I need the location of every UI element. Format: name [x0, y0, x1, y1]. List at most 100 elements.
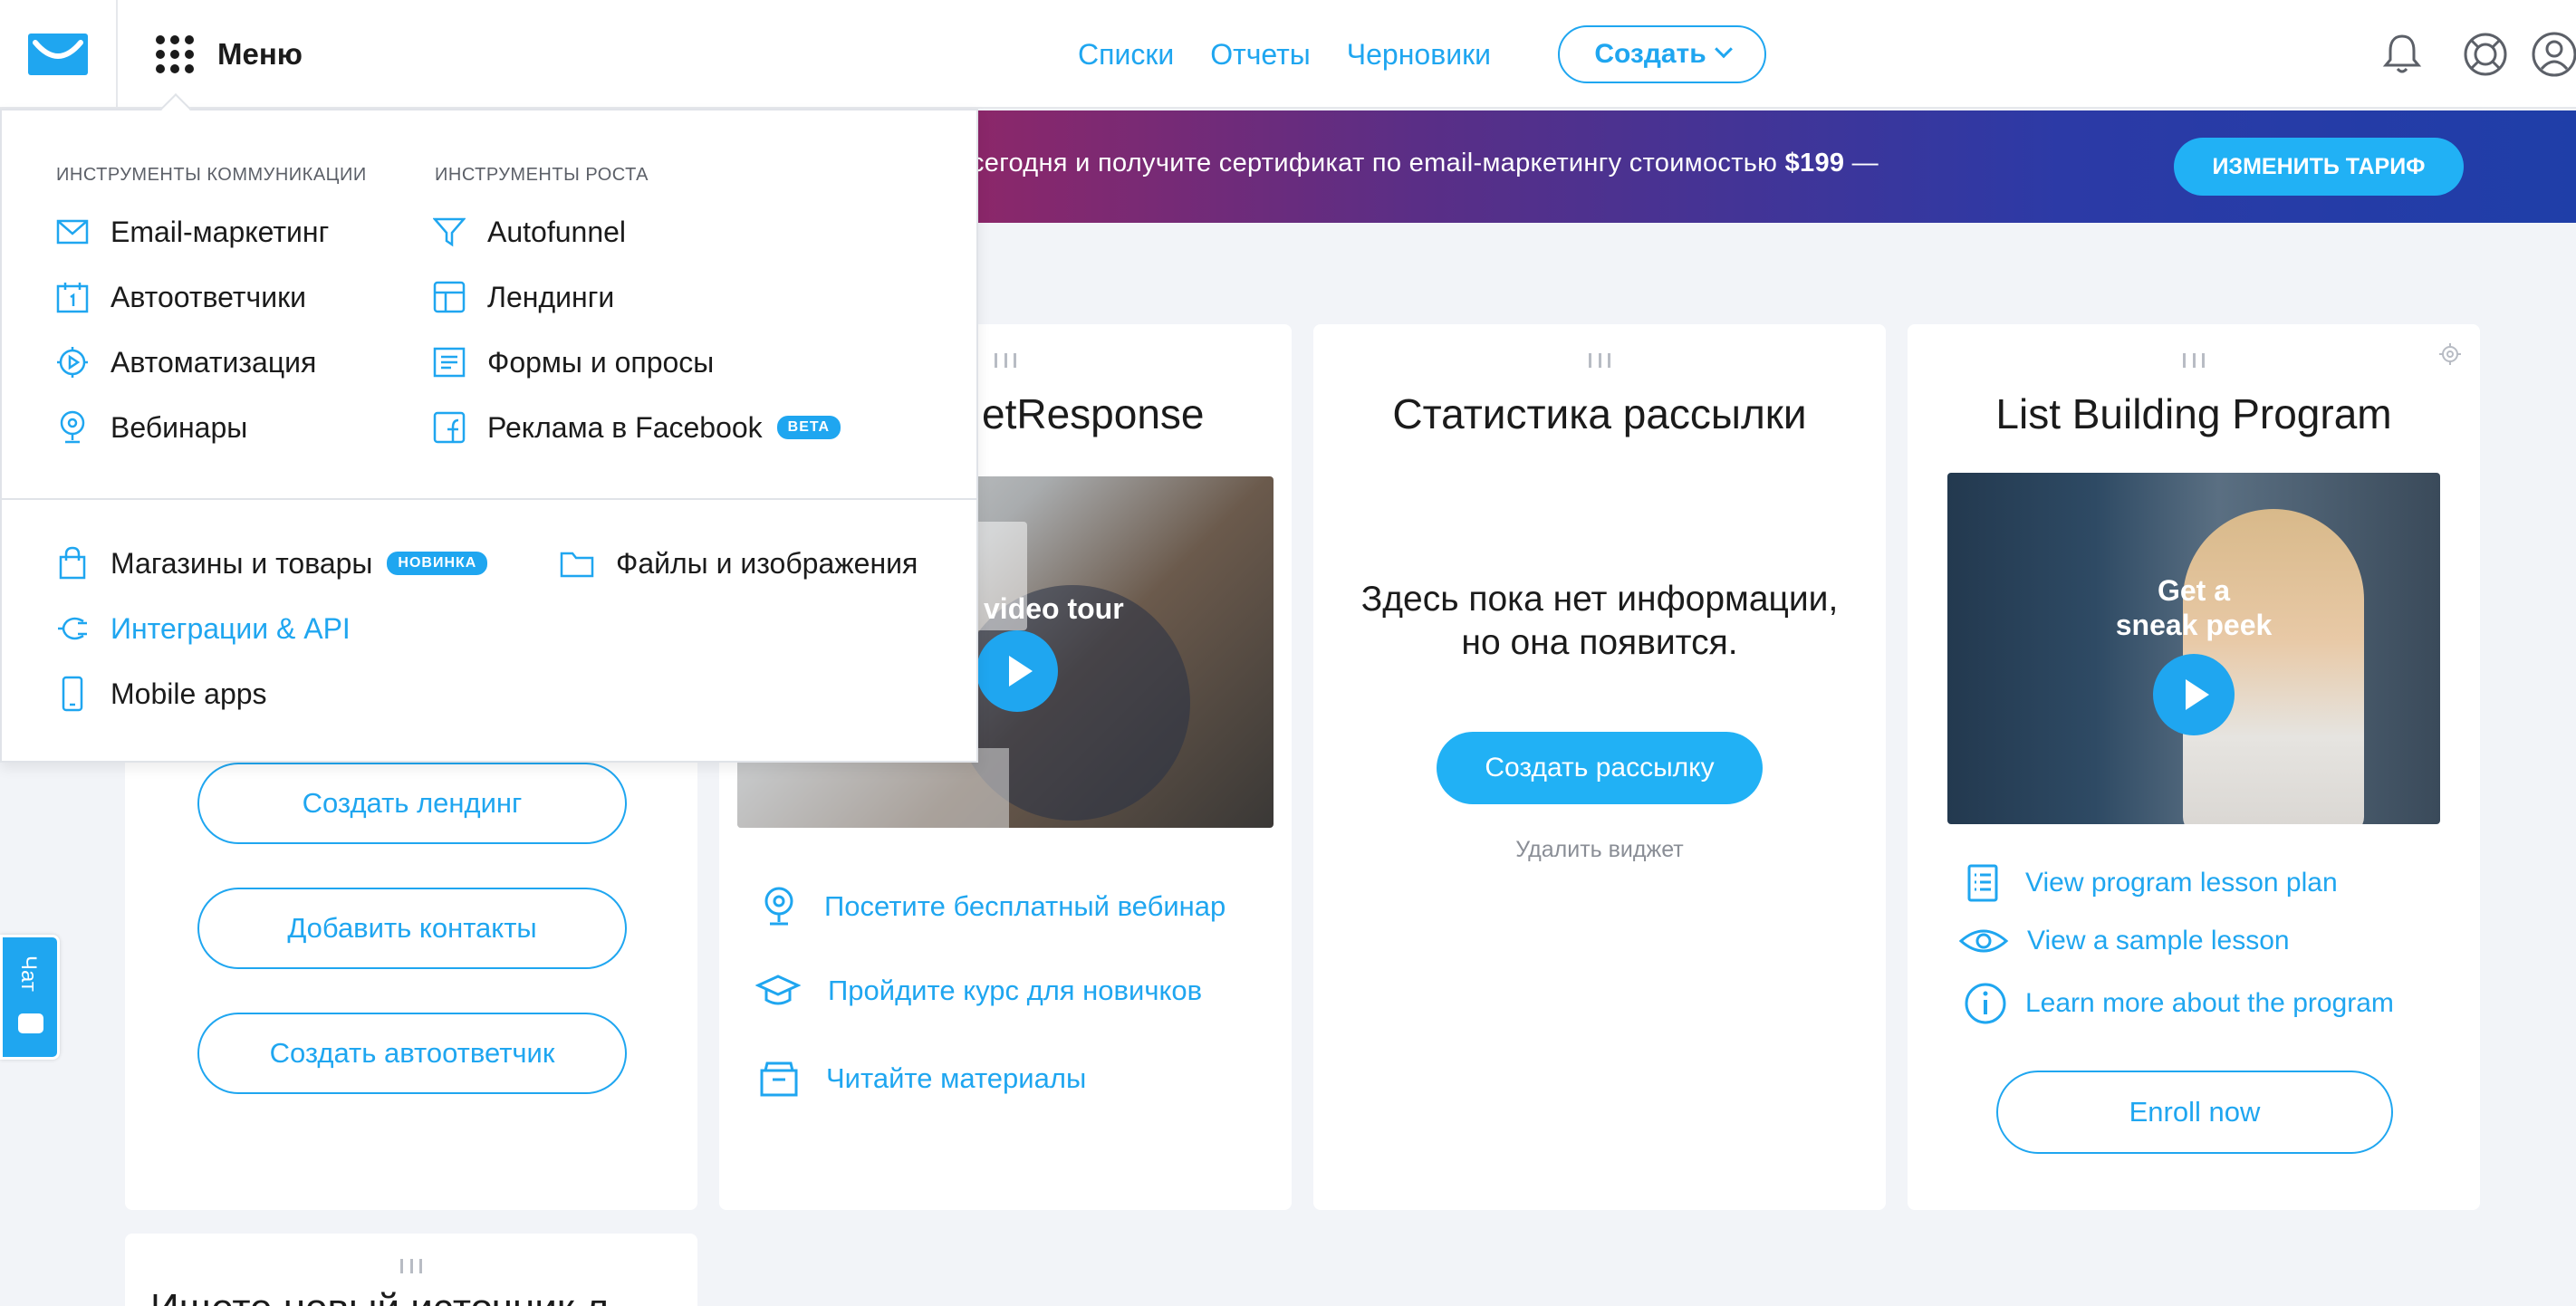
menu-button[interactable]: Меню	[156, 33, 303, 76]
nav-drafts[interactable]: Черновики	[1347, 38, 1491, 72]
stats-card-title: Статистика рассылки	[1392, 390, 1807, 437]
drag-handle-icon[interactable]	[400, 1259, 422, 1273]
create-newsletter-button[interactable]: Создать рассылку	[1437, 732, 1763, 804]
menu-mobile-apps-label: Mobile apps	[111, 677, 267, 710]
top-header: Меню Списки Отчеты Черновики Создать	[0, 0, 2576, 109]
top-nav: Списки Отчеты Черновики	[1078, 33, 1527, 76]
learn-more-label: Learn more about the program	[2025, 988, 2394, 1018]
read-materials-link[interactable]: Читайте материалы	[759, 1060, 1086, 1098]
drag-handle-icon[interactable]	[995, 353, 1016, 368]
new-badge: НОВИНКА	[387, 552, 488, 575]
funnel-icon	[433, 217, 466, 247]
menu-autoresponders-label: Автоответчики	[111, 280, 306, 313]
nav-reports[interactable]: Отчеты	[1210, 38, 1311, 72]
menu-facebook-ads-label: Реклама в Facebook	[487, 410, 763, 444]
list-building-card: List Building Program Get a sneak peek V…	[1908, 324, 2480, 1210]
beta-badge: BETA	[776, 416, 841, 439]
bell-icon[interactable]	[2375, 27, 2429, 82]
create-button[interactable]: Создать	[1558, 25, 1766, 83]
communication-tools-heading: ИНСТРУМЕНТЫ КОММУНИКАЦИИ	[56, 165, 367, 185]
chat-bubble-icon	[18, 1013, 43, 1033]
webcam-icon	[764, 887, 793, 926]
webinar-link[interactable]: Посетите бесплатный вебинар	[761, 886, 1226, 927]
menu-mobile-apps[interactable]: Mobile apps	[56, 676, 267, 712]
stats-empty-line1: Здесь пока нет информации,	[1360, 580, 1839, 619]
gear-icon[interactable]	[2438, 342, 2462, 366]
create-label: Создать	[1594, 39, 1706, 69]
menu-autofunnel-label: Autofunnel	[487, 215, 627, 248]
grid-icon	[156, 35, 194, 73]
archive-box-icon	[760, 1061, 798, 1097]
promo-text-prefix: сегодня и получите сертификат по email-м…	[971, 149, 1785, 178]
document-list-icon	[1967, 864, 1998, 902]
envelope-icon	[56, 219, 89, 245]
landing-layout-icon	[433, 281, 466, 313]
beginner-course-label: Пройдите курс для новичков	[828, 975, 1203, 1006]
menu-webinars-label: Вебинары	[111, 410, 248, 444]
nav-lists[interactable]: Списки	[1078, 38, 1174, 72]
menu-automation-label: Автоматизация	[111, 345, 317, 379]
menu-facebook-ads[interactable]: Реклама в Facebook BETA	[433, 409, 841, 446]
chat-label: Чат	[16, 955, 41, 992]
help-lifebuoy-icon[interactable]	[2458, 27, 2513, 82]
new-source-card-title: Ищете новый источник л	[150, 1286, 609, 1306]
play-icon[interactable]	[976, 630, 1058, 712]
webinar-link-label: Посетите бесплатный вебинар	[824, 890, 1226, 922]
read-materials-label: Читайте материалы	[826, 1062, 1087, 1094]
menu-autoresponders[interactable]: Автоответчики	[56, 279, 306, 315]
menu-forms-surveys-label: Формы и опросы	[487, 345, 715, 379]
remove-widget-link[interactable]: Удалить виджет	[1313, 837, 1886, 863]
menu-integrations-api[interactable]: Интеграции & API	[56, 610, 351, 647]
change-plan-button[interactable]: ИЗМЕНИТЬ ТАРИФ	[2174, 138, 2464, 196]
chat-tab[interactable]: Чат	[0, 935, 60, 1060]
chevron-down-icon	[1714, 40, 1733, 59]
enroll-now-button[interactable]: Enroll now	[1996, 1071, 2393, 1154]
sneak-peek-line2: sneak peek	[2115, 609, 2273, 641]
newsletter-stats-card: Статистика рассылки Здесь пока нет инфор…	[1313, 324, 1886, 1210]
menu-landing-pages[interactable]: Лендинги	[433, 279, 614, 315]
sneak-peek-line1: Get a	[2157, 574, 2231, 607]
menu-automation[interactable]: Автоматизация	[56, 344, 316, 380]
add-contacts-button[interactable]: Добавить контакты	[197, 888, 627, 969]
lbp-card-title: List Building Program	[1995, 390, 2392, 437]
eye-icon	[1958, 929, 2009, 953]
video-tour-label: video tour	[984, 592, 1124, 625]
menu-email-marketing-label: Email-маркетинг	[111, 215, 330, 248]
stats-empty-line2: но она появится.	[1461, 623, 1738, 662]
menu-forms-surveys[interactable]: Формы и опросы	[433, 344, 714, 380]
lesson-plan-link[interactable]: View program lesson plan	[1967, 864, 2338, 902]
menu-shops-products[interactable]: Магазины и товары НОВИНКА	[56, 545, 488, 581]
mobile-phone-icon	[62, 676, 83, 712]
menu-webinars[interactable]: Вебинары	[56, 409, 247, 446]
info-icon	[1965, 983, 2006, 1024]
plug-icon	[58, 617, 87, 640]
automation-gear-icon	[57, 347, 88, 378]
beginner-course-link[interactable]: Пройдите курс для новичков	[755, 973, 1202, 1009]
menu-integrations-api-label: Интеграции & API	[111, 611, 351, 645]
promo-price: $199	[1784, 149, 1845, 178]
graduation-cap-icon	[755, 975, 801, 1005]
sample-lesson-link[interactable]: View a sample lesson	[1958, 926, 2290, 956]
menu-shops-products-label: Магазины и товары	[111, 546, 373, 580]
sneak-peek-thumbnail[interactable]: Get a sneak peek	[1947, 473, 2440, 824]
facebook-icon	[433, 411, 466, 444]
play-icon[interactable]	[2153, 654, 2235, 735]
menu-label: Меню	[217, 37, 303, 71]
drag-handle-icon[interactable]	[1589, 353, 1610, 368]
getresponse-logo[interactable]	[0, 0, 118, 109]
menu-divider	[2, 498, 976, 500]
lesson-plan-label: View program lesson plan	[2025, 868, 2338, 898]
user-account-icon[interactable]	[2527, 27, 2576, 82]
create-landing-button[interactable]: Создать лендинг	[197, 763, 627, 844]
envelope-logo-icon	[28, 34, 88, 75]
menu-autofunnel[interactable]: Autofunnel	[433, 214, 626, 250]
calendar-icon	[56, 283, 89, 313]
menu-email-marketing[interactable]: Email-маркетинг	[56, 214, 329, 250]
menu-landing-pages-label: Лендинги	[487, 280, 615, 313]
drag-handle-icon[interactable]	[2183, 353, 2205, 368]
create-autoresponder-button[interactable]: Создать автоответчик	[197, 1013, 627, 1094]
webcam-icon	[60, 410, 85, 444]
menu-files-images[interactable]: Файлы и изображения	[560, 545, 918, 581]
shopping-bag-icon	[59, 546, 86, 580]
learn-more-link[interactable]: Learn more about the program	[1964, 982, 2394, 1025]
